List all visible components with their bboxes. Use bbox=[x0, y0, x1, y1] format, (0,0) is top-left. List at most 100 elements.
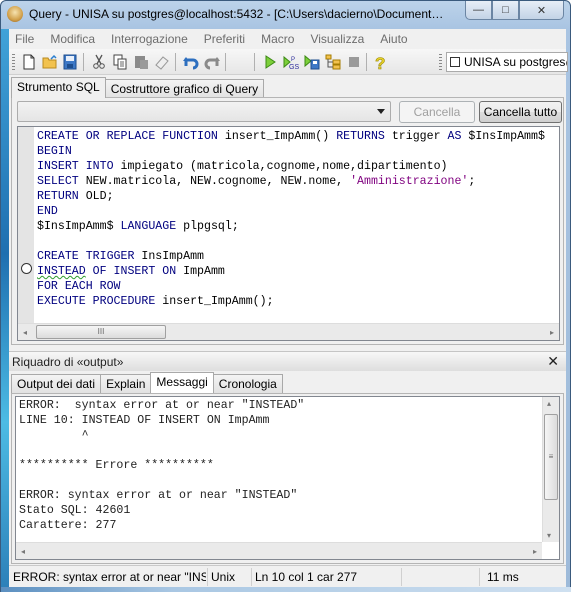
tab-messaggi[interactable]: Messaggi bbox=[150, 372, 214, 393]
messages-box[interactable]: ERROR: syntax error at or near "INSTEAD"… bbox=[15, 396, 560, 560]
execute-to-file-icon[interactable] bbox=[304, 54, 320, 70]
new-file-icon[interactable] bbox=[21, 54, 37, 70]
code-keyword: AS bbox=[447, 130, 462, 143]
toolbar-separator bbox=[225, 53, 226, 71]
code-line: CREATE TRIGGER InsImpAmm bbox=[37, 249, 559, 264]
messages-vertical-scrollbar[interactable]: ▴ ≡ ▾ bbox=[542, 397, 559, 542]
menu-file[interactable]: File bbox=[15, 32, 34, 46]
minimize-button[interactable]: — bbox=[465, 1, 492, 20]
code-keyword: LANGUAGE bbox=[120, 220, 177, 233]
editor-gutter bbox=[18, 127, 34, 323]
save-icon[interactable] bbox=[62, 54, 78, 70]
code-string: 'Amministrazione' bbox=[350, 175, 469, 188]
code-line: BEGIN bbox=[37, 144, 559, 159]
delete-all-button[interactable]: Cancella tutto bbox=[479, 101, 562, 123]
toolbar: PGS ? UNISA su postgres@localhost:5432 bbox=[9, 49, 568, 75]
code-keyword: SELECT bbox=[37, 175, 79, 188]
paste-icon bbox=[135, 56, 148, 69]
code-keyword: CREATE TRIGGER bbox=[37, 250, 135, 263]
menu-preferiti[interactable]: Preferiti bbox=[204, 32, 245, 46]
copy-icon[interactable] bbox=[112, 54, 128, 70]
code-text: ImpAmm bbox=[176, 265, 225, 278]
tab-strumento-sql[interactable]: Strumento SQL bbox=[11, 77, 106, 98]
execute-icon[interactable] bbox=[262, 54, 278, 70]
window-frame-bottom bbox=[1, 587, 571, 592]
sql-code[interactable]: CREATE OR REPLACE FUNCTION insert_ImpAmm… bbox=[37, 129, 559, 309]
explain-icon[interactable] bbox=[325, 54, 341, 70]
status-divider bbox=[251, 568, 252, 586]
status-bar: ERROR: syntax error at or near "INSTEAD"… bbox=[9, 565, 566, 587]
scroll-left-icon[interactable]: ◂ bbox=[23, 328, 27, 337]
cut-icon[interactable] bbox=[91, 54, 107, 70]
tab-output-dati[interactable]: Output dei dati bbox=[11, 374, 102, 393]
delete-button[interactable]: Cancella bbox=[399, 101, 475, 123]
menu-aiuto[interactable]: Aiuto bbox=[380, 32, 407, 46]
code-text: ; bbox=[468, 175, 476, 188]
clear-icon bbox=[155, 56, 169, 70]
title-bar: Query - UNISA su postgres@localhost:5432… bbox=[1, 1, 570, 29]
scrollbar-thumb[interactable]: ≡ bbox=[544, 414, 558, 500]
code-keyword: END bbox=[37, 205, 58, 218]
status-message: ERROR: syntax error at or near "INSTEAD" bbox=[13, 570, 206, 584]
maximize-button[interactable]: □ bbox=[492, 1, 519, 20]
output-close-icon[interactable]: ✕ bbox=[547, 353, 559, 370]
output-pane-title: Riquadro di «output» bbox=[12, 355, 124, 369]
code-line: ​ bbox=[37, 234, 559, 249]
code-keyword: INSERT INTO bbox=[37, 160, 114, 173]
sql-editor[interactable]: CREATE OR REPLACE FUNCTION insert_ImpAmm… bbox=[17, 126, 560, 341]
undo-icon[interactable] bbox=[183, 54, 199, 70]
code-text: $InsImpAmm$ bbox=[461, 130, 545, 143]
menu-visualizza[interactable]: Visualizza bbox=[310, 32, 364, 46]
code-line: RETURN OLD; bbox=[37, 189, 559, 204]
code-keyword: CREATE OR REPLACE FUNCTION bbox=[37, 130, 218, 143]
tab-costruttore-grafico[interactable]: Costruttore grafico di Query bbox=[104, 79, 265, 98]
status-divider bbox=[401, 568, 402, 586]
toolbar-grip[interactable] bbox=[12, 54, 15, 70]
tab-explain[interactable]: Explain bbox=[100, 374, 152, 393]
svg-text:GS: GS bbox=[289, 64, 299, 70]
toolbar-grip[interactable] bbox=[439, 54, 442, 70]
help-icon[interactable]: ? bbox=[373, 54, 389, 70]
menu-macro[interactable]: Macro bbox=[261, 32, 294, 46]
code-line: SELECT NEW.matricola, NEW.cognome, NEW.n… bbox=[37, 174, 559, 189]
code-line: END bbox=[37, 204, 559, 219]
code-keyword: INSTEAD bbox=[37, 265, 86, 278]
query-window: Query - UNISA su postgres@localhost:5432… bbox=[0, 0, 571, 592]
scrollbar-thumb[interactable]: III bbox=[36, 325, 166, 339]
code-keyword: RETURN bbox=[37, 190, 79, 203]
grip-icon: III bbox=[97, 327, 105, 336]
tab-cronologia[interactable]: Cronologia bbox=[212, 374, 283, 393]
menu-modifica[interactable]: Modifica bbox=[50, 32, 95, 46]
code-keyword: EXECUTE PROCEDURE bbox=[37, 295, 156, 308]
close-icon: ✕ bbox=[536, 4, 547, 17]
code-text: $InsImpAmm$ bbox=[37, 220, 121, 233]
status-divider bbox=[207, 568, 208, 586]
scroll-right-icon[interactable]: ▸ bbox=[550, 328, 554, 337]
scroll-down-icon[interactable]: ▾ bbox=[547, 531, 551, 540]
scroll-left-icon[interactable]: ◂ bbox=[21, 547, 25, 556]
messages-horizontal-scrollbar[interactable]: ◂ ▸ bbox=[16, 542, 542, 559]
code-keyword: FOR EACH ROW bbox=[37, 280, 121, 293]
query-history-combo[interactable] bbox=[17, 101, 391, 122]
code-text: OLD; bbox=[78, 190, 114, 203]
menu-interrogazione[interactable]: Interrogazione bbox=[111, 32, 188, 46]
chevron-down-icon bbox=[377, 109, 385, 114]
output-pane-header: Riquadro di «output» ✕ bbox=[9, 351, 566, 371]
execute-pgscript-icon[interactable]: PGS bbox=[283, 54, 299, 70]
code-line: INSERT INTO impiegato (matricola,cognome… bbox=[37, 159, 559, 174]
maximize-icon: □ bbox=[502, 4, 509, 16]
code-keyword: OF INSERT ON bbox=[92, 265, 177, 278]
editor-horizontal-scrollbar[interactable]: ◂ III ▸ bbox=[18, 323, 559, 340]
status-cursor-position: Ln 10 col 1 car 277 bbox=[255, 570, 358, 584]
redo-icon bbox=[204, 57, 220, 70]
sql-tabs: Strumento SQL Costruttore grafico di Que… bbox=[11, 77, 265, 98]
code-text: insert_ImpAmm(); bbox=[155, 295, 274, 308]
status-line-endings: Unix bbox=[211, 570, 236, 584]
scroll-up-icon[interactable]: ▴ bbox=[547, 399, 551, 408]
scroll-right-icon[interactable]: ▸ bbox=[533, 547, 537, 556]
open-folder-icon[interactable] bbox=[42, 54, 58, 70]
connection-combo[interactable]: UNISA su postgres@localhost:5432 bbox=[446, 52, 568, 72]
close-button[interactable]: ✕ bbox=[519, 1, 564, 20]
code-keyword: RETURNS bbox=[336, 130, 385, 143]
